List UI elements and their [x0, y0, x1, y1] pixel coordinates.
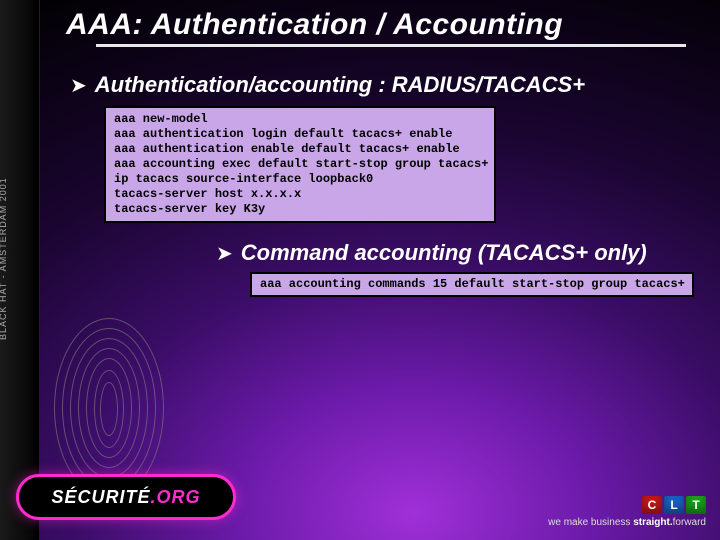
code-line: aaa authentication enable default tacacs… [114, 142, 460, 156]
title-underline [96, 44, 686, 47]
code-line: aaa authentication login default tacacs+… [114, 127, 452, 141]
arrow-icon: ➤ [216, 244, 233, 264]
badge-l: L [664, 496, 684, 514]
title-block: AAA: Authentication / Accounting [66, 8, 686, 47]
code-block-2: aaa accounting commands 15 default start… [250, 272, 694, 297]
sidebar-label: BLACK HAT - AMSTERDAM 2001 [0, 177, 8, 340]
bullet-1-text: Authentication/accounting : RADIUS/TACAC… [95, 72, 585, 98]
code-line: tacacs-server host x.x.x.x [114, 187, 301, 201]
badge-t: T [686, 496, 706, 514]
securite-logo: SÉCURITÉ.ORG [16, 474, 236, 520]
bullet-2: ➤ Command accounting (TACACS+ only) [216, 240, 706, 266]
code-line: aaa accounting exec default start-stop g… [114, 157, 488, 171]
tagline-post: forward [673, 517, 706, 528]
code-line: tacacs-server key K3y [114, 202, 265, 216]
footer-tagline: we make business straight.forward [548, 517, 706, 528]
logo-part-1: SÉCURITÉ [51, 487, 150, 507]
code-line: ip tacacs source-interface loopback0 [114, 172, 373, 186]
code-line: aaa new-model [114, 112, 208, 126]
code-block-1: aaa new-model aaa authentication login d… [104, 106, 496, 223]
bullet-2-text: Command accounting (TACACS+ only) [241, 240, 647, 266]
logo-text: SÉCURITÉ.ORG [51, 487, 200, 508]
footer-logo: C L T we make business straight.forward [548, 496, 706, 528]
logo-part-2: .ORG [151, 487, 201, 507]
code-line: aaa accounting commands 15 default start… [260, 277, 685, 291]
arrow-icon: ➤ [70, 76, 87, 96]
bullet-1: ➤ Authentication/accounting : RADIUS/TAC… [70, 72, 690, 98]
slide-title: AAA: Authentication / Accounting [66, 8, 686, 42]
badge-c: C [642, 496, 662, 514]
tagline-bold: straight. [633, 517, 672, 528]
slide-body: AAA: Authentication / Accounting ➤ Authe… [40, 0, 720, 540]
clt-badges: C L T [548, 496, 706, 514]
tagline-pre: we make business [548, 517, 633, 528]
